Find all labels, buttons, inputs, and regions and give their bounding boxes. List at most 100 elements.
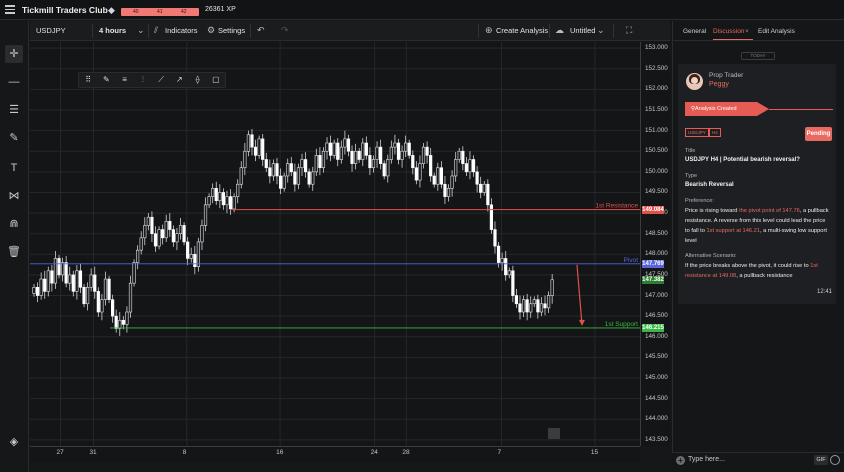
fullscreen-icon[interactable]: ⛶ [626,25,632,36]
y-tick-label: 151.500 [645,106,668,114]
fib-icon[interactable]: ⫶ [134,73,152,87]
layout-name-button[interactable]: Untitled [570,26,595,35]
level-label: 40 [133,9,139,15]
alternative-label: Alternative Scenario: [685,253,737,259]
candle-body [504,258,508,276]
chevron-down-icon[interactable]: ⌄ [597,25,605,36]
indicators-button[interactable]: Indicators [165,26,198,35]
menu-icon[interactable] [5,5,15,14]
panel-tabs: General Discussion × Edit Analysis [673,21,844,41]
trash-icon[interactable]: 🗑 [5,243,23,261]
candle-body [482,183,486,193]
candle-body [303,159,308,173]
measure-icon[interactable]: ⟠ [189,73,207,87]
candle-body [257,138,261,156]
ray-icon[interactable]: ↗ [170,73,188,87]
plus-icon[interactable]: + [676,456,685,465]
analysis-title: USDJPY H4 | Potential bearish reversal? [685,157,800,163]
fib-retracement-icon[interactable]: ☰ [5,101,23,119]
candle-body [125,311,129,325]
candle-body [375,146,379,160]
y-tick-label: 146.500 [645,312,668,320]
candle-body [171,229,175,243]
candle-body [57,258,61,276]
price-axis[interactable]: 153.000 152.500 152.000 151.500 151.000 150.5… [640,42,670,446]
crosshair-icon[interactable]: ✛ [5,45,23,63]
symbol-selector[interactable]: USDJPY [36,26,66,35]
trend-icon[interactable]: ⟋ [152,73,170,87]
candle-body [132,262,136,284]
level-label: 42 [181,9,187,15]
pivot-price-tag: 147.769 [642,259,664,268]
brush-icon[interactable]: ✎ [5,129,23,147]
candle-body [307,171,311,185]
candle-body [271,163,276,177]
candle-body [443,183,447,197]
message-input[interactable]: Type here... [688,456,725,463]
candle-body [100,299,104,313]
candle-body [332,142,336,156]
candle-body [543,303,547,309]
gif-button[interactable]: GIF [814,455,828,465]
time-axis[interactable]: 27 31 8 16 24 28 7 15 [30,446,640,462]
interval-selector[interactable]: 4 hours [99,26,126,35]
candle-body [286,163,290,177]
magnet-icon[interactable]: ⋒ [5,215,23,233]
y-tick-label: 145.500 [645,353,668,361]
candle-body [264,159,268,169]
pen-icon[interactable]: ✎ [97,73,115,87]
candle-body [214,188,218,202]
candle-body [189,254,193,259]
candle-body [250,134,254,148]
candle-body [511,270,515,296]
avatar[interactable] [686,73,703,90]
y-tick-label: 145.000 [645,373,668,381]
box-icon[interactable]: ▢ [207,73,225,87]
emoji-icon[interactable] [830,455,840,465]
xp-counter: 26361 XP [205,6,236,13]
price-chart[interactable]: 1st Resistance Pivot 1st Support [30,42,640,446]
candle-body [346,138,351,152]
settings-button[interactable]: Settings [218,26,245,35]
chevron-down-icon[interactable]: ⌄ [137,25,145,36]
candle-body [425,146,429,156]
candle-body [461,150,465,164]
candlestick-svg[interactable]: 1st Resistance Pivot 1st Support [30,42,640,446]
drag-handle-icon[interactable]: ⠿ [79,73,97,87]
candle-body [118,319,122,329]
pattern-icon[interactable]: ⋈ [5,187,23,205]
undo-icon[interactable]: ↶ [257,25,265,36]
redo-icon[interactable]: ↷ [281,25,289,36]
candle-body [368,155,372,169]
candle-body [518,303,522,313]
lines-icon[interactable]: ≡ [116,73,134,87]
candle-body [389,146,393,160]
candle-body [89,274,93,288]
candle-body [471,159,476,173]
horizontal-line-icon[interactable]: — [5,73,23,91]
candle-body [196,241,200,267]
close-icon[interactable]: × [745,28,749,35]
message-time: 12:41 [817,289,833,295]
tab-general[interactable]: General [683,28,706,35]
candle-body [429,155,433,177]
layers-icon[interactable]: ◈ [5,433,23,451]
candle-body [418,163,422,181]
tab-discussion[interactable]: Discussion [713,28,744,35]
candle-body [96,291,100,313]
candle-body [253,146,258,156]
candle-body [53,258,58,284]
candle-body [64,262,68,284]
resistance-price-tag: 149.084 [642,205,664,214]
x-tick-label: 7 [497,449,502,456]
candle-body [228,196,233,210]
user-name[interactable]: Peggy [709,81,729,88]
candle-body [186,241,190,259]
create-analysis-button[interactable]: Create Analysis [496,26,548,35]
candle-body [268,167,272,177]
tab-edit-analysis[interactable]: Edit Analysis [758,28,795,35]
candle-body [232,196,236,210]
candle-body [75,270,79,292]
text-icon[interactable]: T [5,159,23,177]
y-tick-label: 151.000 [645,126,668,134]
